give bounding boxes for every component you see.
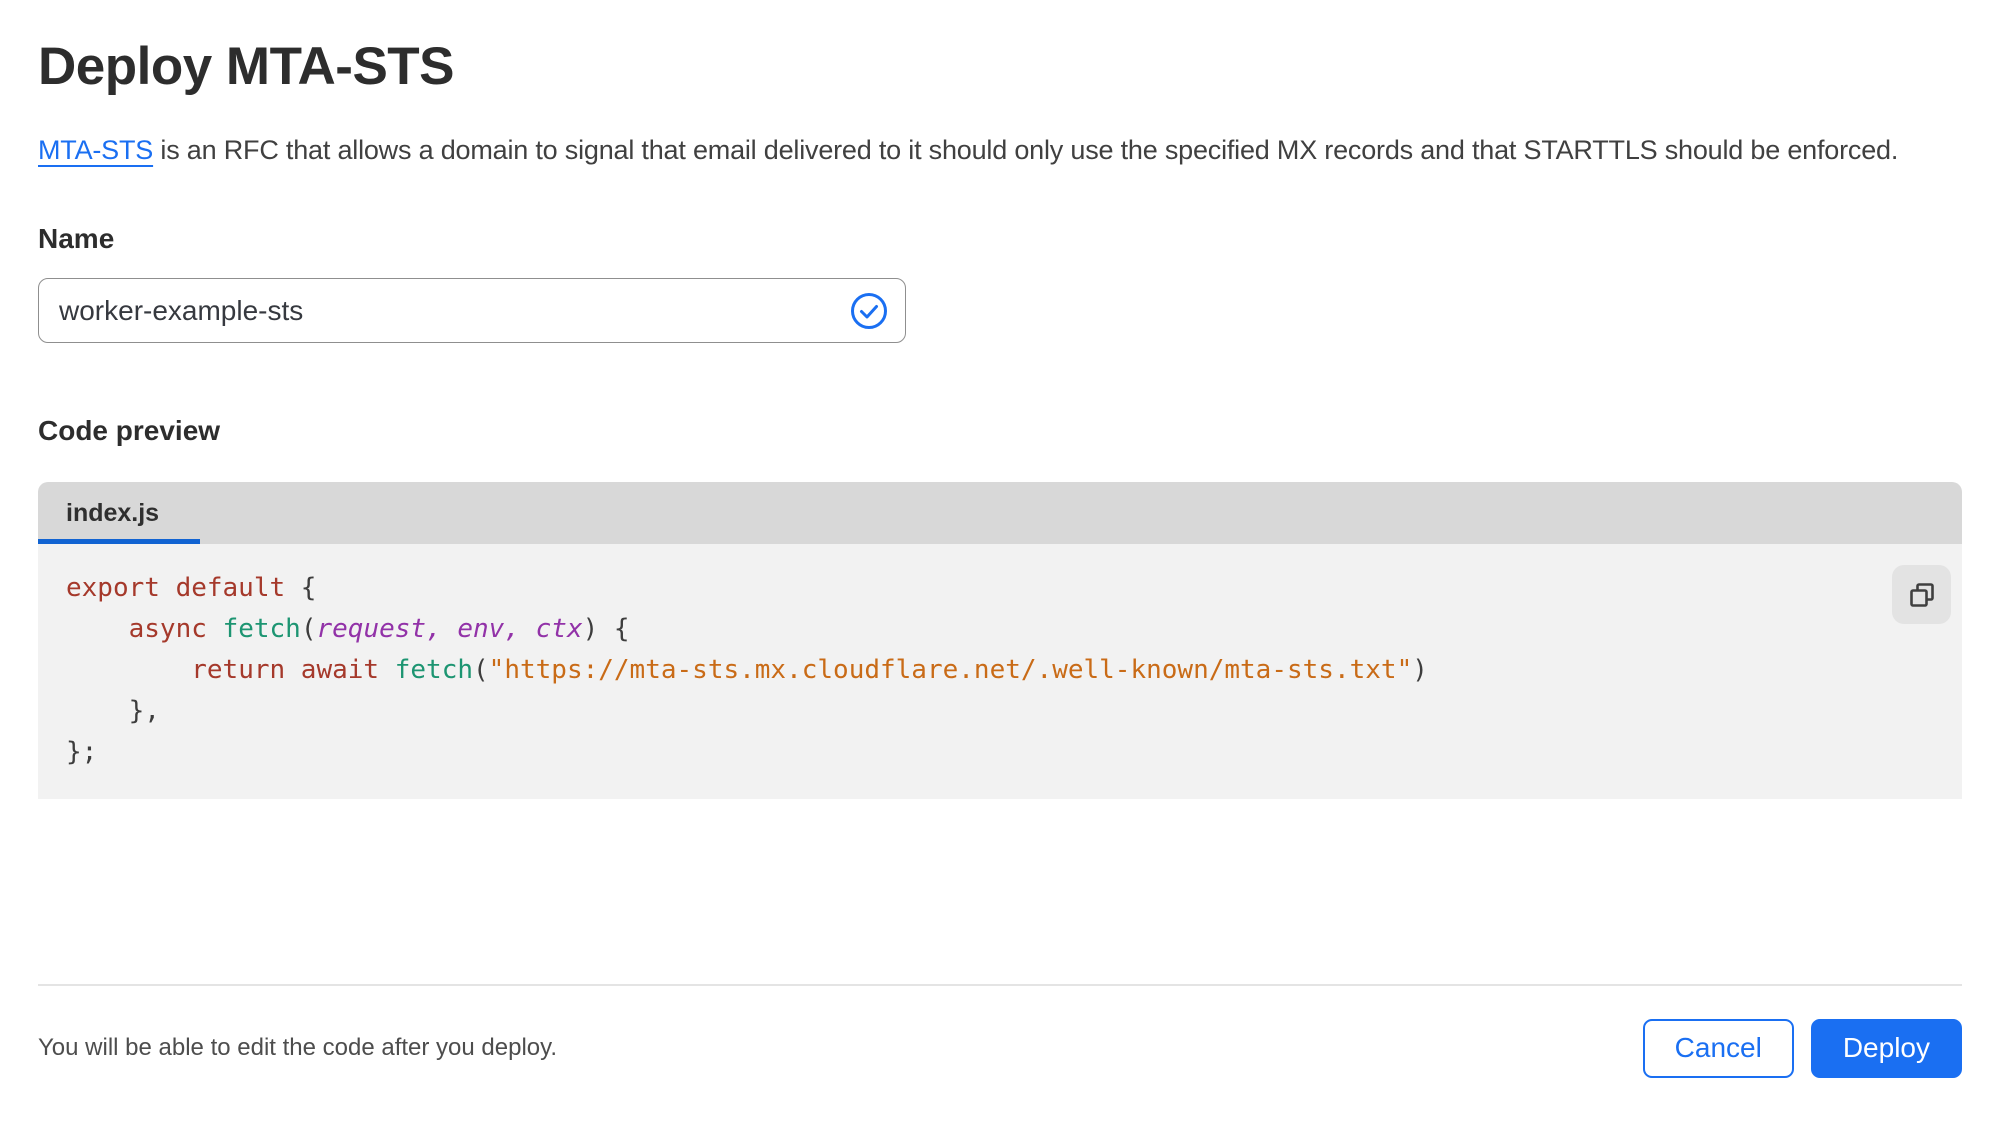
cancel-button[interactable]: Cancel <box>1642 1018 1794 1078</box>
code-editor-area: export default { async fetch(request, en… <box>38 544 1962 799</box>
footer-note: You will be able to edit the code after … <box>38 1034 558 1061</box>
check-circle-icon <box>851 292 887 329</box>
code-token: "https://mta-sts.mx.cloudflare.net/.well… <box>488 655 1413 685</box>
intro-paragraph: MTA-STS is an RFC that allows a domain t… <box>38 127 1962 173</box>
code-token: }, <box>66 696 160 726</box>
code-token: export default <box>66 573 286 603</box>
code-line: export default { <box>66 568 1872 609</box>
code-token: return await <box>191 655 380 685</box>
intro-text: is an RFC that allows a domain to signal… <box>153 135 1899 165</box>
footer-bar: You will be able to edit the code after … <box>38 1018 1962 1078</box>
tab-index-js[interactable]: index.js <box>38 482 200 544</box>
code-preview-block: index.js export default { async fetch(re… <box>38 482 1962 799</box>
mta-sts-link[interactable]: MTA-STS <box>38 135 153 165</box>
code-token: ) <box>1412 655 1428 685</box>
code-token: fetch <box>222 614 301 644</box>
code-tab-bar: index.js <box>38 482 1962 544</box>
code-token: { <box>285 573 317 603</box>
code-token: fetch <box>394 655 474 685</box>
code-preview-label: Code preview <box>38 415 221 446</box>
footer-actions: Cancel Deploy <box>1642 1018 1962 1078</box>
code-line: }, <box>66 691 1872 732</box>
footer-divider <box>38 984 1962 986</box>
code-token: async <box>128 614 207 644</box>
deploy-mta-sts-page: Deploy MTA-STS MTA-STS is an RFC that al… <box>0 0 1999 799</box>
code-token: ) { <box>582 614 630 644</box>
copy-code-button[interactable] <box>1892 565 1951 624</box>
code-token: }; <box>66 737 98 767</box>
deploy-button[interactable]: Deploy <box>1810 1018 1962 1078</box>
name-field-wrapper <box>38 278 906 343</box>
code-line: }; <box>66 732 1872 773</box>
code-line: async fetch(request, env, ctx) { <box>66 609 1872 650</box>
code-token: ( <box>473 655 489 685</box>
name-label: Name <box>38 223 115 254</box>
tab-label: index.js <box>66 498 160 527</box>
code-token: request, env, ctx <box>316 614 583 644</box>
code-line: return await fetch("https://mta-sts.mx.c… <box>66 650 1872 691</box>
page-title: Deploy MTA-STS <box>38 37 455 96</box>
code-token: ( <box>300 614 317 644</box>
name-input[interactable] <box>38 278 906 343</box>
code-content: export default { async fetch(request, en… <box>66 568 1872 773</box>
copy-icon <box>1909 582 1934 607</box>
